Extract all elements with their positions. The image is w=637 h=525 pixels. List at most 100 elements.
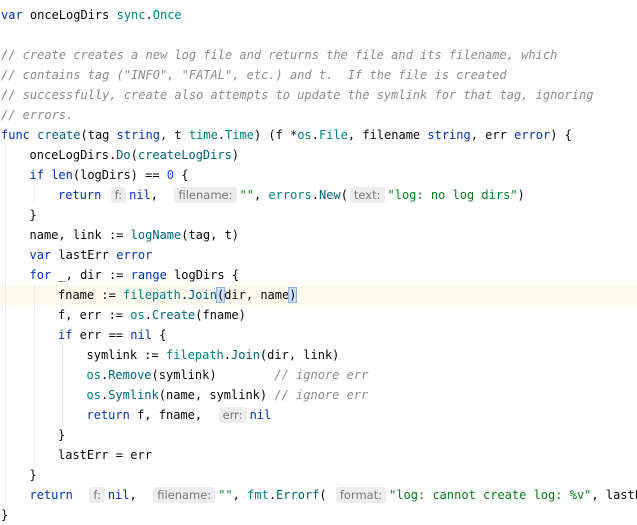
code-line[interactable]: }: [0, 205, 637, 225]
indent-guide: [5, 285, 6, 305]
code-line[interactable]: }: [0, 505, 637, 525]
code-text: }: [1, 505, 8, 525]
indent-guide: [5, 225, 6, 245]
code-line[interactable]: fname := filepath.Join(dir, name): [0, 285, 637, 305]
code-line[interactable]: return f, fname, err: nil: [0, 405, 637, 425]
parameter-hint: filename:: [174, 187, 237, 203]
code-line[interactable]: // contains tag ("INFO", "FATAL", etc.) …: [0, 65, 637, 85]
code-line[interactable]: [0, 25, 637, 45]
keyword-token: for: [29, 268, 52, 282]
method-token: Create: [151, 308, 196, 322]
code-token: (: [319, 488, 334, 502]
code-line[interactable]: lastErr = err: [0, 445, 637, 465]
package-token: os: [130, 308, 145, 322]
code-text: func create(tag string, t time.Time) (f …: [1, 125, 572, 145]
code-token: (logDirs) ==: [72, 168, 167, 182]
indent-guide: [33, 305, 35, 325]
code-line[interactable]: }: [0, 465, 637, 485]
code-token: {: [174, 168, 189, 182]
code-line[interactable]: // successfully, create also attempts to…: [0, 85, 637, 105]
code-line[interactable]: if err == nil {: [0, 325, 637, 345]
code-token: onceLogDirs.: [29, 148, 117, 162]
parameter-hint: text:: [349, 187, 385, 203]
code-text: var onceLogDirs sync.Once: [1, 5, 182, 25]
keyword-token: string: [427, 128, 471, 142]
code-token: , filename: [347, 128, 428, 142]
code-token: (symlink): [151, 368, 275, 382]
method-token: Join: [188, 288, 217, 302]
code-token: fname :=: [58, 288, 124, 302]
code-text: // errors.: [1, 105, 73, 125]
code-line[interactable]: // errors.: [0, 105, 637, 125]
code-token: (tag: [80, 128, 117, 142]
code-token: }: [29, 468, 37, 482]
indent-guide: [5, 425, 6, 445]
keyword-token: nil: [107, 488, 130, 502]
indent-guide: [5, 345, 6, 365]
function-token: logName: [130, 228, 182, 242]
indent-guide: [5, 405, 6, 425]
code-token: .: [217, 128, 226, 142]
keyword-token: return: [86, 408, 130, 422]
method-token: Errorf: [276, 488, 320, 502]
code-line[interactable]: var lastErr error: [0, 245, 637, 265]
parameter-hint: filename:: [153, 487, 216, 503]
code-token: ,: [232, 488, 248, 502]
code-line[interactable]: onceLogDirs.Do(createLogDirs): [0, 145, 637, 165]
code-token: , lastErr): [591, 488, 637, 502]
code-token: logDirs {: [166, 268, 240, 282]
code-text: }: [58, 425, 65, 445]
indent-guide: [62, 385, 63, 405]
code-line[interactable]: os.Remove(symlink) // ignore err: [0, 365, 637, 385]
code-line[interactable]: name, link := logName(tag, t): [0, 225, 637, 245]
method-token: New: [319, 188, 341, 202]
code-line[interactable]: func create(tag string, t time.Time) (f …: [0, 125, 637, 145]
code-token: }: [29, 208, 37, 222]
comment-token: // ignore err: [274, 368, 369, 382]
code-token: (name, symlink): [158, 388, 275, 402]
code-text: // successfully, create also attempts to…: [1, 85, 593, 105]
package-token: filepath: [123, 288, 181, 302]
keyword-token: nil: [249, 408, 272, 422]
code-token: err ==: [72, 328, 131, 342]
parameter-hint: err:: [218, 407, 247, 423]
indent-guide: [62, 405, 63, 425]
code-line[interactable]: os.Symlink(name, symlink) // ignore err: [0, 385, 637, 405]
code-token: ) (f *: [253, 128, 298, 142]
method-token: Symlink: [108, 388, 159, 402]
string-token: "": [239, 188, 254, 202]
code-line[interactable]: // create creates a new log file and ret…: [0, 45, 637, 65]
package-token: os: [297, 128, 312, 142]
code-line[interactable]: return f: nil, filename: "", fmt.Errorf( f…: [0, 485, 637, 505]
method-token: Join: [231, 348, 260, 362]
keyword-token: error: [116, 248, 153, 262]
code-token: , t: [159, 128, 189, 142]
indent-guide: [5, 485, 6, 505]
indent-guide: [62, 365, 63, 385]
code-text: f, err := os.Create(fname): [58, 305, 246, 325]
code-line[interactable]: f, err := os.Create(fname): [0, 305, 637, 325]
string-token: "log: cannot create log: %v": [389, 488, 592, 502]
indent-guide: [5, 165, 6, 185]
code-line[interactable]: for _, dir := range logDirs {: [0, 265, 637, 285]
code-text: if err == nil {: [58, 325, 166, 345]
indent-guide: [5, 145, 6, 165]
code-line[interactable]: }: [0, 425, 637, 445]
code-text: }: [30, 465, 37, 485]
package-token: Time: [225, 128, 254, 142]
string-token: "log: no log dirs": [387, 188, 518, 202]
code-token: lastErr = err: [58, 448, 152, 462]
keyword-token: nil: [129, 188, 151, 202]
function-token: create: [37, 128, 81, 142]
code-text: if len(logDirs) == 0 {: [30, 165, 189, 185]
indent-guide: [33, 325, 35, 345]
code-line[interactable]: symlink := filepath.Join(dir, link): [0, 345, 637, 365]
code-text: for _, dir := range logDirs {: [30, 265, 240, 285]
code-editor[interactable]: var onceLogDirs sync.Once // create creat…: [0, 0, 637, 525]
indent-guide: [33, 345, 35, 365]
code-line[interactable]: if len(logDirs) == 0 {: [0, 165, 637, 185]
code-line[interactable]: var onceLogDirs sync.Once: [0, 5, 637, 25]
package-token: filepath: [165, 348, 224, 362]
code-line[interactable]: return f: nil, filename: "", errors.New(te…: [0, 185, 637, 205]
